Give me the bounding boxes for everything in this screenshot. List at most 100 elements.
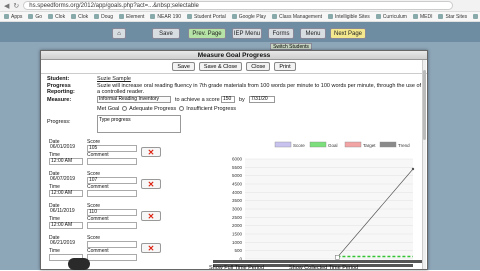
bookmark-icon bbox=[187, 14, 193, 19]
save-close-button[interactable]: Save & Close bbox=[198, 62, 243, 71]
insufficient-progress-label: Insufficient Progress bbox=[186, 106, 236, 112]
score-input[interactable]: 107 bbox=[87, 177, 137, 184]
bookmark-item[interactable]: Curriculum bbox=[375, 14, 407, 20]
comment-input[interactable] bbox=[87, 222, 137, 229]
legend-swatch bbox=[379, 141, 397, 148]
date-input[interactable]: 06/11/2019 bbox=[49, 209, 83, 216]
y-tick-label: 2500 bbox=[232, 215, 243, 220]
bookmark-item[interactable]: Clok bbox=[71, 14, 88, 20]
bookmark-item[interactable]: Element bbox=[119, 14, 144, 20]
measure-by-text: by bbox=[239, 97, 245, 103]
bookmark-icon bbox=[231, 14, 237, 19]
bookmark-icon bbox=[28, 14, 34, 19]
bookmark-item[interactable]: Apps bbox=[4, 14, 22, 20]
forms-button[interactable]: Forms bbox=[268, 28, 294, 39]
date-input[interactable]: 06/01/2019 bbox=[49, 145, 83, 152]
time-input[interactable]: 12:00 AM bbox=[49, 222, 83, 229]
show-full-period-link[interactable]: Show Full Time Period bbox=[209, 265, 264, 271]
bookmark-item[interactable]: NEAR 190 bbox=[150, 14, 181, 20]
score-input[interactable]: 110 bbox=[87, 209, 137, 216]
date-input[interactable]: 06/21/2019 bbox=[49, 241, 83, 248]
bookmark-item[interactable]: Clok bbox=[48, 14, 65, 20]
bookmark-icon bbox=[412, 14, 418, 19]
adequate-progress-label: Adequate Progress bbox=[129, 106, 177, 112]
delete-entry-button[interactable]: ✕ bbox=[141, 211, 161, 221]
modal-scrollbar[interactable] bbox=[422, 60, 426, 269]
measure-select[interactable]: Informal Reading Inventory bbox=[97, 96, 171, 103]
bookmark-item[interactable]: Acc... bbox=[473, 14, 480, 20]
bookmark-item[interactable]: Class Management bbox=[271, 14, 322, 20]
progress-textarea[interactable]: Type progress bbox=[97, 115, 181, 133]
home-icon[interactable]: ⌂ bbox=[112, 28, 126, 39]
bookmark-item[interactable]: Go bbox=[28, 14, 42, 20]
bookmark-icon bbox=[119, 14, 125, 19]
iep-menu-button[interactable]: IEP Menu bbox=[232, 28, 262, 39]
bookmark-icon bbox=[4, 14, 9, 19]
comment-input[interactable] bbox=[87, 254, 137, 261]
browser-address-bar: ◀ ↻ hs.speedforms.org/2012/app/goals.php… bbox=[0, 0, 480, 12]
student-label: Student: bbox=[47, 76, 70, 82]
menu-button[interactable]: Menu bbox=[300, 28, 326, 39]
save-top-button[interactable]: Save bbox=[152, 28, 180, 39]
next-page-button[interactable]: Next Page bbox=[330, 28, 366, 39]
goal-text: Suzie will increase oral reading fluency… bbox=[97, 83, 422, 95]
measure-goal-modal: Measure Goal Progress Save Save & Close … bbox=[40, 50, 428, 271]
target-date-input[interactable]: 7/31/20 bbox=[249, 96, 275, 103]
legend-label: Target bbox=[363, 143, 376, 148]
trend-point bbox=[411, 167, 415, 171]
legend-label: Trend bbox=[398, 143, 410, 148]
bookmark-icon bbox=[473, 14, 479, 19]
x-axis-label-band bbox=[213, 260, 423, 263]
time-input[interactable]: 12:00 AM bbox=[49, 190, 83, 197]
comment-input[interactable] bbox=[87, 158, 137, 165]
progress-reporting-label: Progress Reporting: bbox=[47, 83, 75, 95]
y-tick-label: 6000 bbox=[232, 157, 243, 162]
bookmark-icon bbox=[150, 14, 156, 19]
bookmark-item[interactable]: Intelligible Sites bbox=[328, 14, 370, 20]
time-input[interactable]: 12:00 AM bbox=[49, 158, 83, 165]
bookmark-icon bbox=[375, 14, 381, 19]
score-point bbox=[335, 255, 340, 260]
bookmark-item[interactable]: Doug bbox=[94, 14, 113, 20]
back-icon[interactable]: ◀ bbox=[4, 2, 9, 10]
y-tick-label: 4000 bbox=[232, 190, 243, 195]
progress-chart: Score Goal Target Trend 6000 5500 5000 4500 4000… bbox=[213, 141, 423, 267]
bookmark-icon bbox=[94, 14, 100, 19]
target-score-input[interactable]: 150 bbox=[221, 96, 235, 103]
met-goal-radio[interactable] bbox=[121, 106, 127, 112]
y-tick-label: 1500 bbox=[232, 232, 243, 237]
bookmark-item[interactable]: Student Portal bbox=[187, 14, 226, 20]
scrollbar-thumb[interactable] bbox=[423, 70, 426, 140]
progress-field-label: Progress: bbox=[47, 119, 71, 125]
legend-swatch bbox=[344, 141, 362, 148]
adequate-progress-radio[interactable] bbox=[178, 106, 184, 112]
delete-entry-button[interactable]: ✕ bbox=[141, 147, 161, 157]
delete-entry-button[interactable]: ✕ bbox=[141, 179, 161, 189]
close-button[interactable]: Close bbox=[246, 62, 271, 71]
legend-label: Goal bbox=[328, 143, 338, 148]
prev-page-button[interactable]: Prev. Page bbox=[188, 28, 226, 39]
bookmarks-bar: Apps Go Clok Clok Doug Element NEAR 190 Student… bbox=[0, 12, 480, 22]
bookmark-item[interactable]: Star Sites bbox=[438, 14, 467, 20]
url-field[interactable]: hs.speedforms.org/2012/app/goals.php?act… bbox=[23, 1, 454, 10]
bookmark-item[interactable]: Google Play bbox=[231, 14, 266, 20]
date-input[interactable]: 06/07/2019 bbox=[49, 177, 83, 184]
video-overlay-button[interactable] bbox=[68, 258, 90, 270]
print-button[interactable]: Print bbox=[274, 62, 296, 71]
bookmark-icon bbox=[271, 14, 277, 19]
save-button[interactable]: Save bbox=[172, 62, 195, 71]
show-collected-period-link[interactable]: Show Collected Time Period bbox=[289, 265, 358, 271]
bookmark-item[interactable]: MEDI bbox=[412, 14, 432, 20]
goal-status-radios: Met Goal Adequate Progress Insufficient … bbox=[97, 106, 236, 112]
reload-icon[interactable]: ↻ bbox=[13, 2, 19, 10]
comment-input[interactable] bbox=[87, 190, 137, 197]
delete-entry-button[interactable]: ✕ bbox=[141, 243, 161, 253]
bookmark-icon bbox=[48, 14, 54, 19]
switch-students-button[interactable]: Switch Students bbox=[270, 43, 312, 50]
student-name[interactable]: Suzie Sample bbox=[97, 76, 131, 82]
legend-label: Score bbox=[293, 143, 305, 148]
y-tick-label: 3000 bbox=[232, 207, 243, 212]
score-input[interactable]: 105 bbox=[87, 145, 137, 152]
score-input[interactable] bbox=[87, 241, 137, 248]
measure-to-text: to achieve a score of bbox=[175, 97, 226, 103]
